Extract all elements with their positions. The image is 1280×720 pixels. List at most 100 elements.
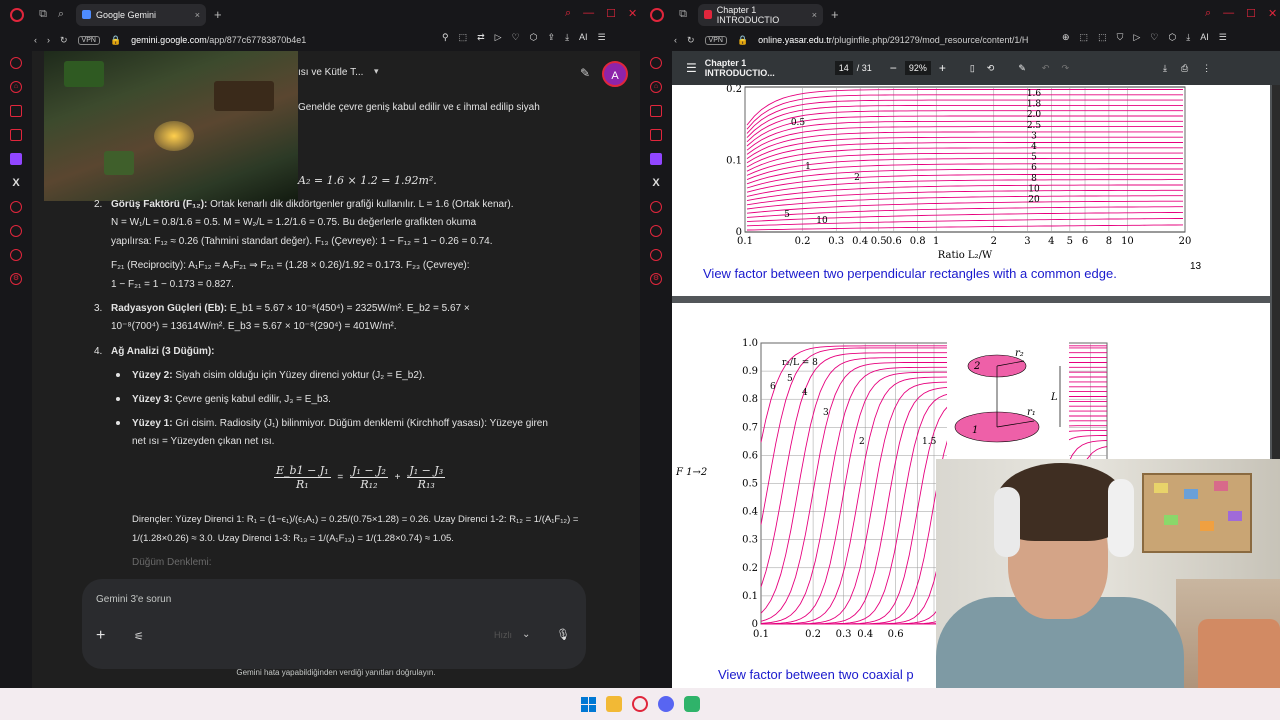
y-tick-label: 0.8: [742, 394, 758, 405]
ai-button[interactable]: AI: [1200, 32, 1209, 43]
opera-gx-taskbar-icon[interactable]: [631, 696, 648, 712]
sidebar-twitch-icon[interactable]: [650, 153, 662, 165]
share-icon[interactable]: ⇪: [548, 32, 556, 43]
sidebar-settings-icon[interactable]: ⚙: [10, 273, 22, 285]
close-tab-icon[interactable]: ×: [195, 10, 200, 20]
play-icon[interactable]: ▷: [1133, 32, 1140, 43]
vpn-badge[interactable]: VPN: [704, 35, 727, 45]
new-tab-button[interactable]: +: [214, 7, 222, 22]
download-icon[interactable]: ⤓: [1186, 32, 1190, 43]
heart-icon[interactable]: ♡: [1150, 32, 1158, 43]
more-options-icon[interactable]: ⋮: [1202, 63, 1211, 74]
new-tab-button[interactable]: +: [831, 7, 839, 22]
sidebar-twitch-icon[interactable]: [10, 153, 22, 165]
prompt-input[interactable]: Gemini 3'e sorun: [96, 594, 171, 605]
tools-icon[interactable]: ⚟: [134, 630, 144, 643]
page-number-input[interactable]: 14: [834, 61, 853, 75]
minimize-button[interactable]: —: [1223, 7, 1234, 20]
redo-icon[interactable]: ↷: [1061, 63, 1069, 74]
back-icon[interactable]: ‹: [34, 35, 37, 45]
menu-icon[interactable]: ☰: [1219, 32, 1227, 43]
snapshot-icon[interactable]: ⬚: [459, 32, 468, 43]
close-tab-icon[interactable]: ×: [812, 10, 817, 20]
back-icon[interactable]: ‹: [674, 35, 677, 45]
game-launcher-icon[interactable]: [683, 696, 700, 712]
tab-menu-icon[interactable]: ⧉: [674, 8, 692, 21]
close-window-button[interactable]: ✕: [628, 7, 637, 20]
print-icon[interactable]: ⎙: [1181, 63, 1188, 74]
sidebar-history-icon[interactable]: [10, 225, 22, 237]
annotate-icon[interactable]: ✎: [1018, 63, 1026, 74]
reload-icon[interactable]: ↻: [60, 35, 68, 46]
ai-button[interactable]: AI: [579, 32, 588, 43]
sidebar-aria-icon[interactable]: [650, 57, 662, 69]
sidebar-bookmarks-icon[interactable]: [650, 249, 662, 261]
zoom-in-button[interactable]: +: [939, 61, 946, 75]
close-window-button[interactable]: ✕: [1268, 7, 1277, 20]
microphone-icon[interactable]: 🎙: [556, 628, 570, 641]
zoom-icon[interactable]: ⊕: [1062, 32, 1070, 43]
translate-icon[interactable]: ⇄: [477, 32, 485, 43]
sidebar-home-icon[interactable]: ⌂: [10, 81, 22, 93]
zoom-out-button[interactable]: −: [890, 61, 897, 75]
file-explorer-icon[interactable]: [605, 696, 622, 712]
sidebar-history-icon[interactable]: [650, 225, 662, 237]
chat-title[interactable]: ısı ve Kütle T...: [298, 67, 363, 78]
new-chat-icon[interactable]: ✎: [580, 66, 590, 80]
pin-icon[interactable]: ⚲: [442, 32, 449, 43]
maximize-button[interactable]: ☐: [606, 7, 616, 20]
download-icon[interactable]: ⤓: [565, 32, 569, 43]
snapshot-icon[interactable]: ⬚: [1080, 32, 1089, 43]
sidebar-player-icon[interactable]: [10, 201, 22, 213]
heart-icon[interactable]: ♡: [512, 32, 520, 43]
avatar[interactable]: A: [602, 61, 628, 87]
sidebar-aria-icon[interactable]: [10, 57, 22, 69]
sidebar-messenger-icon[interactable]: [650, 105, 662, 117]
search-icon[interactable]: ⌕: [1205, 7, 1211, 20]
search-icon[interactable]: ⌕: [565, 7, 571, 20]
sidebar-extensions-icon[interactable]: [10, 129, 22, 141]
bookmark-icon[interactable]: ⬚: [1098, 32, 1107, 43]
download-icon[interactable]: ⤓: [1163, 63, 1167, 74]
chevron-down-icon[interactable]: ▾: [374, 66, 379, 77]
extensions-icon[interactable]: ⬡: [530, 32, 538, 43]
tab-gemini[interactable]: Google Gemini ×: [76, 3, 206, 26]
sidebar-home-icon[interactable]: ⌂: [650, 81, 662, 93]
add-icon[interactable]: +: [96, 627, 105, 645]
maximize-button[interactable]: ☐: [1246, 7, 1256, 20]
tab-search-icon[interactable]: ⌕: [52, 8, 70, 21]
url-field[interactable]: online.yasar.edu.tr/pluginfile.php/29127…: [758, 35, 1028, 45]
curve-label: 5: [1031, 153, 1037, 163]
play-icon[interactable]: ▷: [495, 32, 502, 43]
reload-icon[interactable]: ↻: [687, 35, 695, 46]
tab-chapter1[interactable]: Chapter 1 INTRODUCTIO ×: [698, 3, 823, 26]
sidebar-x-icon[interactable]: X: [12, 177, 19, 189]
fit-page-icon[interactable]: ▯: [970, 63, 975, 74]
zoom-level[interactable]: 92%: [904, 61, 931, 75]
sidebar-bookmarks-icon[interactable]: [10, 249, 22, 261]
menu-icon[interactable]: ☰: [598, 32, 606, 43]
url-field[interactable]: gemini.google.com/app/877c67783870b4e1: [131, 35, 306, 45]
tab-menu-icon[interactable]: ⧉: [34, 8, 52, 21]
prompt-box[interactable]: Gemini 3'e sorun + ⚟ Hızlı ⌄ 🎙: [82, 579, 586, 669]
undo-icon[interactable]: ↶: [1042, 63, 1050, 74]
sidebar-messenger-icon[interactable]: [10, 105, 22, 117]
forward-icon[interactable]: ›: [47, 35, 50, 45]
minimize-button[interactable]: —: [583, 7, 594, 20]
shield-icon[interactable]: ⛉: [1117, 32, 1124, 43]
extensions-icon[interactable]: ⬡: [1168, 32, 1176, 43]
windows-start-icon[interactable]: [580, 696, 596, 712]
sidebar-player-icon[interactable]: [650, 201, 662, 213]
sidebar-extensions-icon[interactable]: [650, 129, 662, 141]
opera-gx-logo[interactable]: [10, 7, 24, 22]
sidebar-settings-icon[interactable]: ⚙: [650, 273, 662, 285]
discord-icon[interactable]: [657, 696, 674, 712]
step-text: F₂₁ (Reciprocity): A₁F₁₂ = A₂F₂₁ ⇒ F₂₁ =…: [111, 260, 470, 271]
vpn-badge[interactable]: VPN: [77, 35, 100, 45]
opera-gx-logo[interactable]: [650, 7, 664, 22]
hamburger-icon[interactable]: ☰: [686, 61, 697, 75]
chevron-down-icon[interactable]: ⌄: [522, 629, 530, 640]
rotate-icon[interactable]: ⟲: [987, 63, 995, 74]
sidebar-x-icon[interactable]: X: [652, 177, 659, 189]
model-selector[interactable]: Hızlı: [494, 630, 512, 640]
